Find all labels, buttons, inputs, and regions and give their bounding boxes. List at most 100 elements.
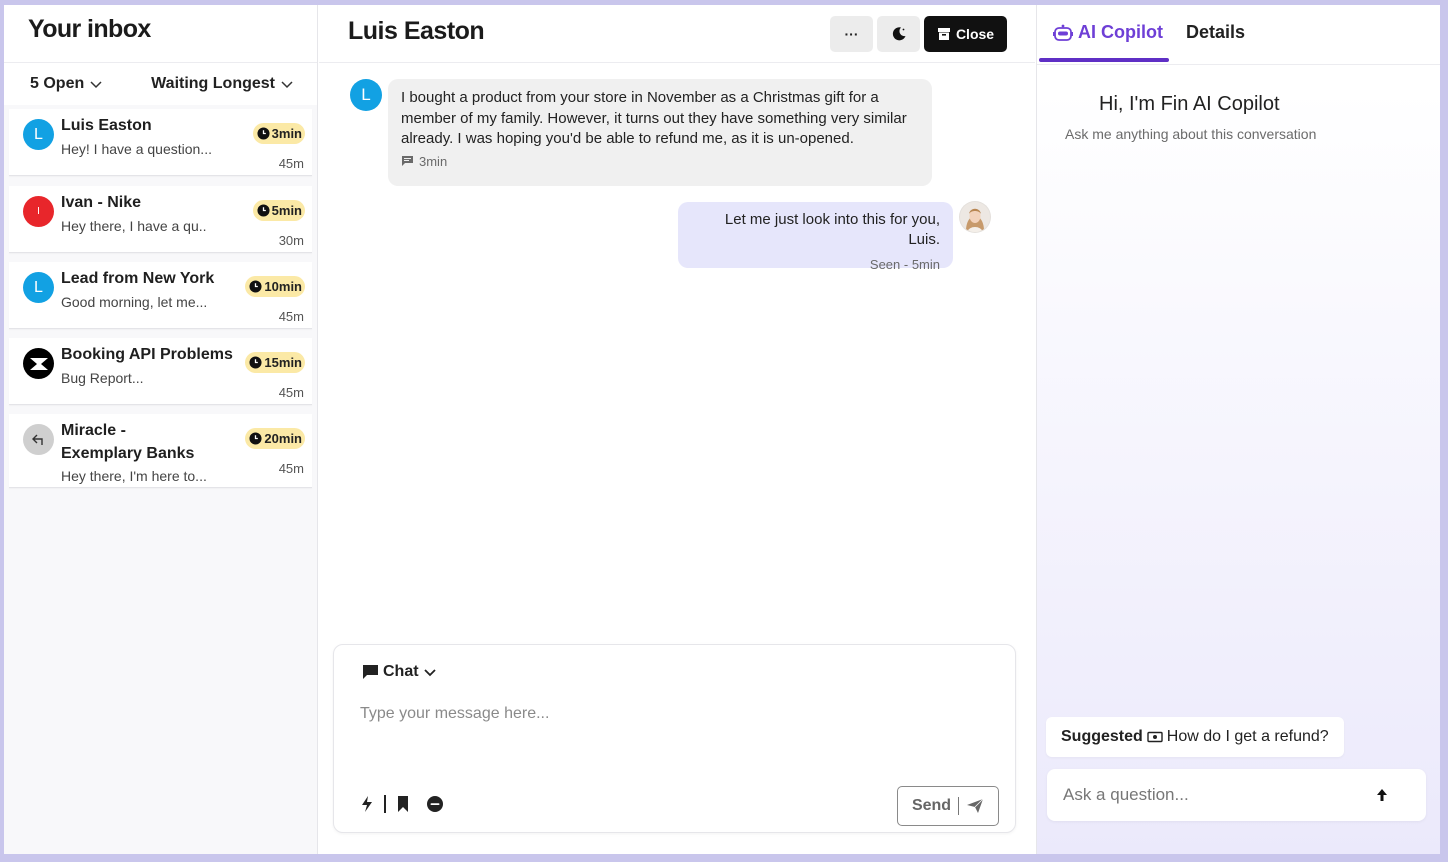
status-filter-dropdown[interactable]: 5 Open bbox=[30, 75, 102, 93]
conversation-item[interactable]: L Lead from New York Good morning, let m… bbox=[9, 262, 312, 329]
conversation-item[interactable]: I Ivan - Nike Hey there, I have a qu.. 5… bbox=[9, 186, 312, 253]
conversation-preview: Hey there, I'm here to... bbox=[61, 468, 207, 484]
avatar-letter: L bbox=[34, 125, 43, 143]
tab-details[interactable]: Details bbox=[1186, 22, 1245, 43]
inbox-title: Your inbox bbox=[28, 15, 151, 43]
agent-message-bubble: Let me just look into this for you, Luis… bbox=[678, 202, 953, 272]
lightning-icon[interactable] bbox=[360, 795, 374, 813]
conversation-item[interactable]: L Luis Easton Hey! I have a question... … bbox=[9, 109, 312, 176]
conversation-name: Lead from New York bbox=[61, 270, 215, 287]
wait-badge: 15min bbox=[245, 352, 305, 373]
channel-mode-label: Chat bbox=[383, 663, 419, 680]
conversation-item[interactable]: Booking API Problems Bug Report... 15min… bbox=[9, 338, 312, 405]
conversation-preview: Hey! I have a question... bbox=[61, 141, 212, 157]
chevron-down-icon bbox=[281, 81, 293, 89]
clock-icon bbox=[257, 127, 270, 140]
status-filter-label: 5 Open bbox=[30, 75, 85, 92]
clock-icon bbox=[249, 356, 262, 369]
avatar-letter: I bbox=[37, 206, 40, 217]
inbox-sidebar: Your inbox 5 Open Waiting Longest L Luis… bbox=[4, 5, 318, 854]
wait-time: 20min bbox=[264, 431, 302, 446]
chevron-down-icon bbox=[90, 81, 102, 89]
avatar: L bbox=[23, 119, 54, 150]
conversation-name: Luis Easton bbox=[61, 117, 152, 134]
copilot-tabs: AI Copilot Details bbox=[1037, 5, 1440, 65]
emoji-icon[interactable] bbox=[426, 795, 444, 813]
last-activity-time: 45m bbox=[278, 461, 304, 476]
conversation-name: Booking API Problems bbox=[61, 346, 233, 363]
avatar: I bbox=[23, 196, 54, 227]
wait-time: 3min bbox=[271, 126, 302, 141]
wait-time: 10min bbox=[264, 279, 302, 294]
arrow-up-icon[interactable] bbox=[1374, 787, 1390, 803]
conversation-name: Ivan - Nike bbox=[61, 194, 142, 211]
chat-bubble-icon bbox=[402, 156, 413, 166]
chat-icon bbox=[363, 665, 378, 679]
conversation-preview: Bug Report... bbox=[61, 370, 144, 386]
conversation-title: Luis Easton bbox=[348, 17, 485, 45]
last-activity-time: 45m bbox=[278, 309, 304, 324]
message-composer: Chat Send bbox=[333, 644, 1016, 833]
clock-icon bbox=[257, 204, 270, 217]
bookmark-icon[interactable] bbox=[396, 795, 410, 813]
chevron-down-icon bbox=[423, 669, 436, 677]
sort-filter-dropdown[interactable]: Waiting Longest bbox=[151, 75, 293, 93]
inbox-header: Your inbox bbox=[4, 5, 317, 63]
suggested-label: Suggested bbox=[1061, 728, 1143, 745]
send-divider bbox=[958, 797, 960, 815]
avatar: L bbox=[23, 272, 54, 303]
snooze-button[interactable] bbox=[877, 16, 920, 52]
send-button[interactable]: Send bbox=[897, 786, 999, 826]
close-conversation-button[interactable]: Close bbox=[924, 16, 1007, 52]
send-label: Send bbox=[911, 797, 952, 814]
copilot-panel: AI Copilot Details Hi, I'm Fin AI Copilo… bbox=[1036, 5, 1440, 854]
message-meta: 3min bbox=[401, 154, 919, 169]
tab-ai-copilot-label: AI Copilot bbox=[1078, 22, 1163, 42]
avatar-letter: L bbox=[34, 278, 43, 296]
last-activity-time: 45m bbox=[278, 156, 304, 171]
booking-logo-icon bbox=[23, 348, 54, 379]
suggested-question-chip[interactable]: Suggested How do I get a refund? bbox=[1046, 717, 1344, 757]
wait-badge: 20min bbox=[245, 428, 305, 449]
conversation-header: Luis Easton ··· Close bbox=[319, 5, 1035, 63]
last-activity-time: 30m bbox=[278, 233, 304, 248]
wait-time: 15min bbox=[264, 355, 302, 370]
agent-avatar bbox=[959, 201, 991, 233]
close-label: Close bbox=[955, 26, 995, 42]
conversation-preview: Good morning, let me... bbox=[61, 294, 208, 310]
channel-mode-dropdown[interactable]: Chat bbox=[362, 663, 437, 681]
paper-plane-icon bbox=[967, 798, 984, 813]
tab-ai-copilot[interactable]: AI Copilot bbox=[1053, 22, 1163, 43]
more-options-button[interactable]: ··· bbox=[830, 16, 873, 52]
message-time: 3min bbox=[419, 153, 448, 169]
conversation-item[interactable]: Miracle - Exemplary Banks Hey there, I'm… bbox=[9, 414, 312, 488]
copilot-ask-box bbox=[1047, 769, 1426, 821]
reply-arrow-avatar-icon bbox=[23, 424, 54, 455]
copilot-subtitle: Ask me anything about this conversation bbox=[1065, 126, 1317, 142]
avatar-letter: L bbox=[361, 85, 371, 104]
copilot-question-input[interactable] bbox=[1063, 782, 1363, 808]
active-tab-indicator bbox=[1039, 58, 1169, 62]
conversation-preview: Hey there, I have a qu.. bbox=[61, 218, 207, 234]
moon-icon bbox=[892, 27, 905, 41]
toolbar-divider bbox=[384, 795, 386, 813]
composer-toolbar bbox=[360, 795, 444, 813]
inbox-filters: 5 Open Waiting Longest bbox=[4, 63, 317, 105]
wait-time: 5min bbox=[271, 203, 302, 218]
wait-badge: 5min bbox=[252, 200, 305, 221]
wait-badge: 10min bbox=[245, 276, 305, 297]
customer-message-bubble: I bought a product from your store in No… bbox=[388, 79, 932, 186]
last-activity-time: 45m bbox=[278, 385, 304, 400]
clock-icon bbox=[249, 432, 262, 445]
copilot-greeting: Hi, I'm Fin AI Copilot bbox=[1099, 93, 1280, 115]
money-icon bbox=[1147, 731, 1163, 743]
archive-icon bbox=[937, 28, 950, 40]
message-input[interactable] bbox=[360, 700, 980, 728]
conversation-panel: Luis Easton ··· Close L I bought a produ… bbox=[319, 5, 1035, 854]
conversation-name: Miracle - Exemplary Banks bbox=[61, 422, 195, 462]
suggested-question: How do I get a refund? bbox=[1166, 728, 1329, 745]
message-text: I bought a product from your store in No… bbox=[401, 89, 907, 147]
app-window: Your inbox 5 Open Waiting Longest L Luis… bbox=[4, 5, 1440, 854]
robot-icon bbox=[1053, 24, 1073, 41]
message-text: Let me just look into this for you, Luis… bbox=[724, 211, 940, 248]
